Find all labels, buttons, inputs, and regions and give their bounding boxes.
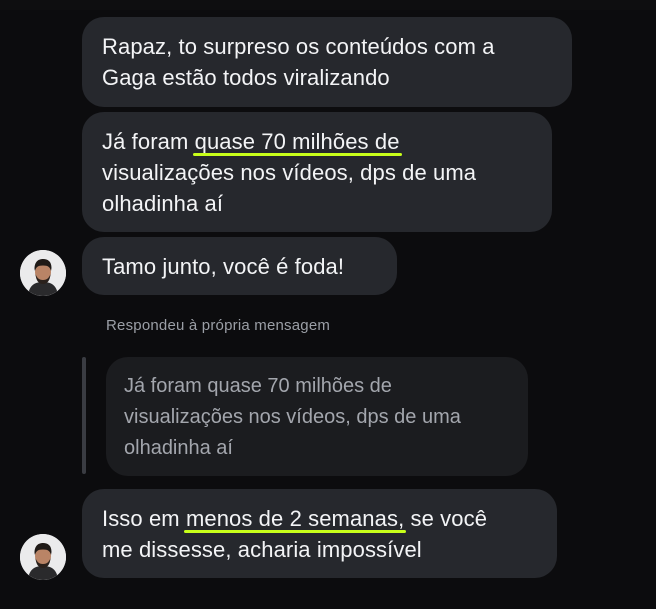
quoted-message[interactable]: Já foram quase 70 milhões de visualizaçõ…: [106, 357, 528, 476]
quoted-line-3: olhadinha aí: [124, 437, 233, 459]
reply-indicator-bar: [82, 357, 86, 474]
quoted-line-1: Já foram quase 70 milhões de: [124, 375, 392, 397]
message-text-2-start: Já foram: [102, 129, 195, 154]
message-text-2-rest: visualizações nos vídeos, dps de uma olh…: [102, 160, 477, 216]
quoted-line-2: visualizações nos vídeos, dps de uma: [124, 406, 461, 428]
message-bubble-1[interactable]: Rapaz, to surpreso os conteúdos com a Ga…: [82, 17, 572, 107]
message-bubble-2[interactable]: Já foram quase 70 milhões de visualizaçõ…: [82, 112, 552, 232]
highlighted-phrase-time: menos de 2 semanas,: [183, 503, 407, 534]
message-text-4-start: Isso em: [102, 506, 186, 531]
message-text-4-inline: se você: [404, 506, 488, 531]
reply-context-label: Respondeu à própria mensagem: [106, 317, 331, 334]
message-text-4-rest: me dissesse, acharia impossível: [102, 537, 422, 562]
person-icon: [20, 534, 66, 580]
top-edge: [0, 0, 656, 10]
message-text-1: Rapaz, to surpreso os conteúdos com a Ga…: [102, 34, 495, 90]
user-avatar-2[interactable]: [20, 534, 66, 580]
user-avatar-1[interactable]: [20, 250, 66, 296]
message-text-3: Tamo junto, você é foda!: [102, 254, 345, 279]
person-icon: [20, 250, 66, 296]
highlighted-phrase-views: quase 70 milhões de: [192, 126, 402, 157]
message-bubble-4[interactable]: Isso em menos de 2 semanas, se você me d…: [82, 489, 557, 578]
message-bubble-3[interactable]: Tamo junto, você é foda!: [82, 237, 397, 295]
